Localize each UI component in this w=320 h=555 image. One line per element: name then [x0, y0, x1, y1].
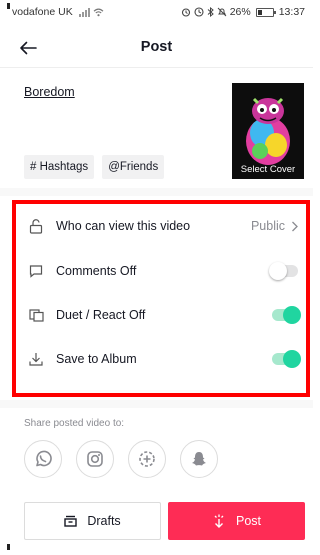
hashtags-button[interactable]: # Hashtags [24, 155, 95, 179]
section-divider [0, 188, 313, 196]
comments-row: Comments Off [28, 256, 298, 286]
privacy-settings-panel: Who can view this video Public Comments … [12, 200, 310, 397]
sparkle-icon [214, 514, 224, 528]
who-can-view-value: Public [250, 219, 285, 233]
whatsapp-icon[interactable] [24, 440, 62, 478]
tag-row: # Hashtags @Friends [24, 155, 165, 179]
status-time: 13:37 [278, 6, 305, 18]
select-cover-label: Select Cover [240, 164, 296, 175]
drafts-button[interactable]: Drafts [24, 502, 161, 540]
post-button[interactable]: Post [168, 502, 305, 540]
toggle-knob [283, 350, 301, 368]
duet-toggle[interactable] [272, 306, 301, 324]
friends-button[interactable]: @Friends [102, 155, 165, 179]
select-cover-button[interactable]: Select Cover [232, 83, 304, 179]
who-can-view-label: Who can view this video [56, 219, 191, 233]
battery-icon [255, 7, 276, 17]
bluetooth-icon [207, 7, 214, 17]
stories-icon[interactable] [128, 440, 166, 478]
chevron-right-icon [292, 221, 298, 231]
comments-label: Comments Off [56, 264, 137, 278]
duet-row: Duet / React Off [28, 300, 301, 330]
save-album-toggle[interactable] [272, 350, 301, 368]
caption-input[interactable]: Boredom [24, 85, 75, 99]
wifi-icon [93, 8, 104, 16]
download-icon [28, 351, 44, 367]
share-label: Share posted video to: [24, 418, 125, 429]
lock-icon [28, 218, 44, 234]
comment-icon [28, 263, 44, 279]
duet-icon [28, 307, 44, 323]
instagram-icon[interactable] [76, 440, 114, 478]
signal-icon [78, 7, 90, 17]
alarm-icon [181, 8, 190, 17]
carrier-name: vodafone UK [12, 6, 73, 18]
share-targets [24, 440, 218, 478]
page-title: Post [140, 39, 173, 55]
mute-icon [217, 7, 227, 17]
save-album-label: Save to Album [56, 352, 137, 366]
corner-mark-bottom [7, 544, 10, 550]
who-can-view-row[interactable]: Who can view this video Public [28, 211, 298, 241]
comments-toggle[interactable] [269, 262, 298, 280]
save-album-row: Save to Album [28, 344, 301, 374]
section-divider [0, 400, 313, 408]
clock-icon [194, 7, 204, 17]
header: Post [0, 28, 313, 68]
post-label: Post [235, 514, 261, 528]
drafts-label: Drafts [87, 514, 121, 528]
toggle-knob [283, 306, 301, 324]
snapchat-icon[interactable] [180, 440, 218, 478]
duet-label: Duet / React Off [56, 308, 146, 322]
status-bar: vodafone UK 26% 13:37 [0, 0, 313, 24]
drafts-icon [64, 515, 78, 527]
battery-percent: 26% [229, 6, 251, 18]
toggle-knob [269, 262, 287, 280]
